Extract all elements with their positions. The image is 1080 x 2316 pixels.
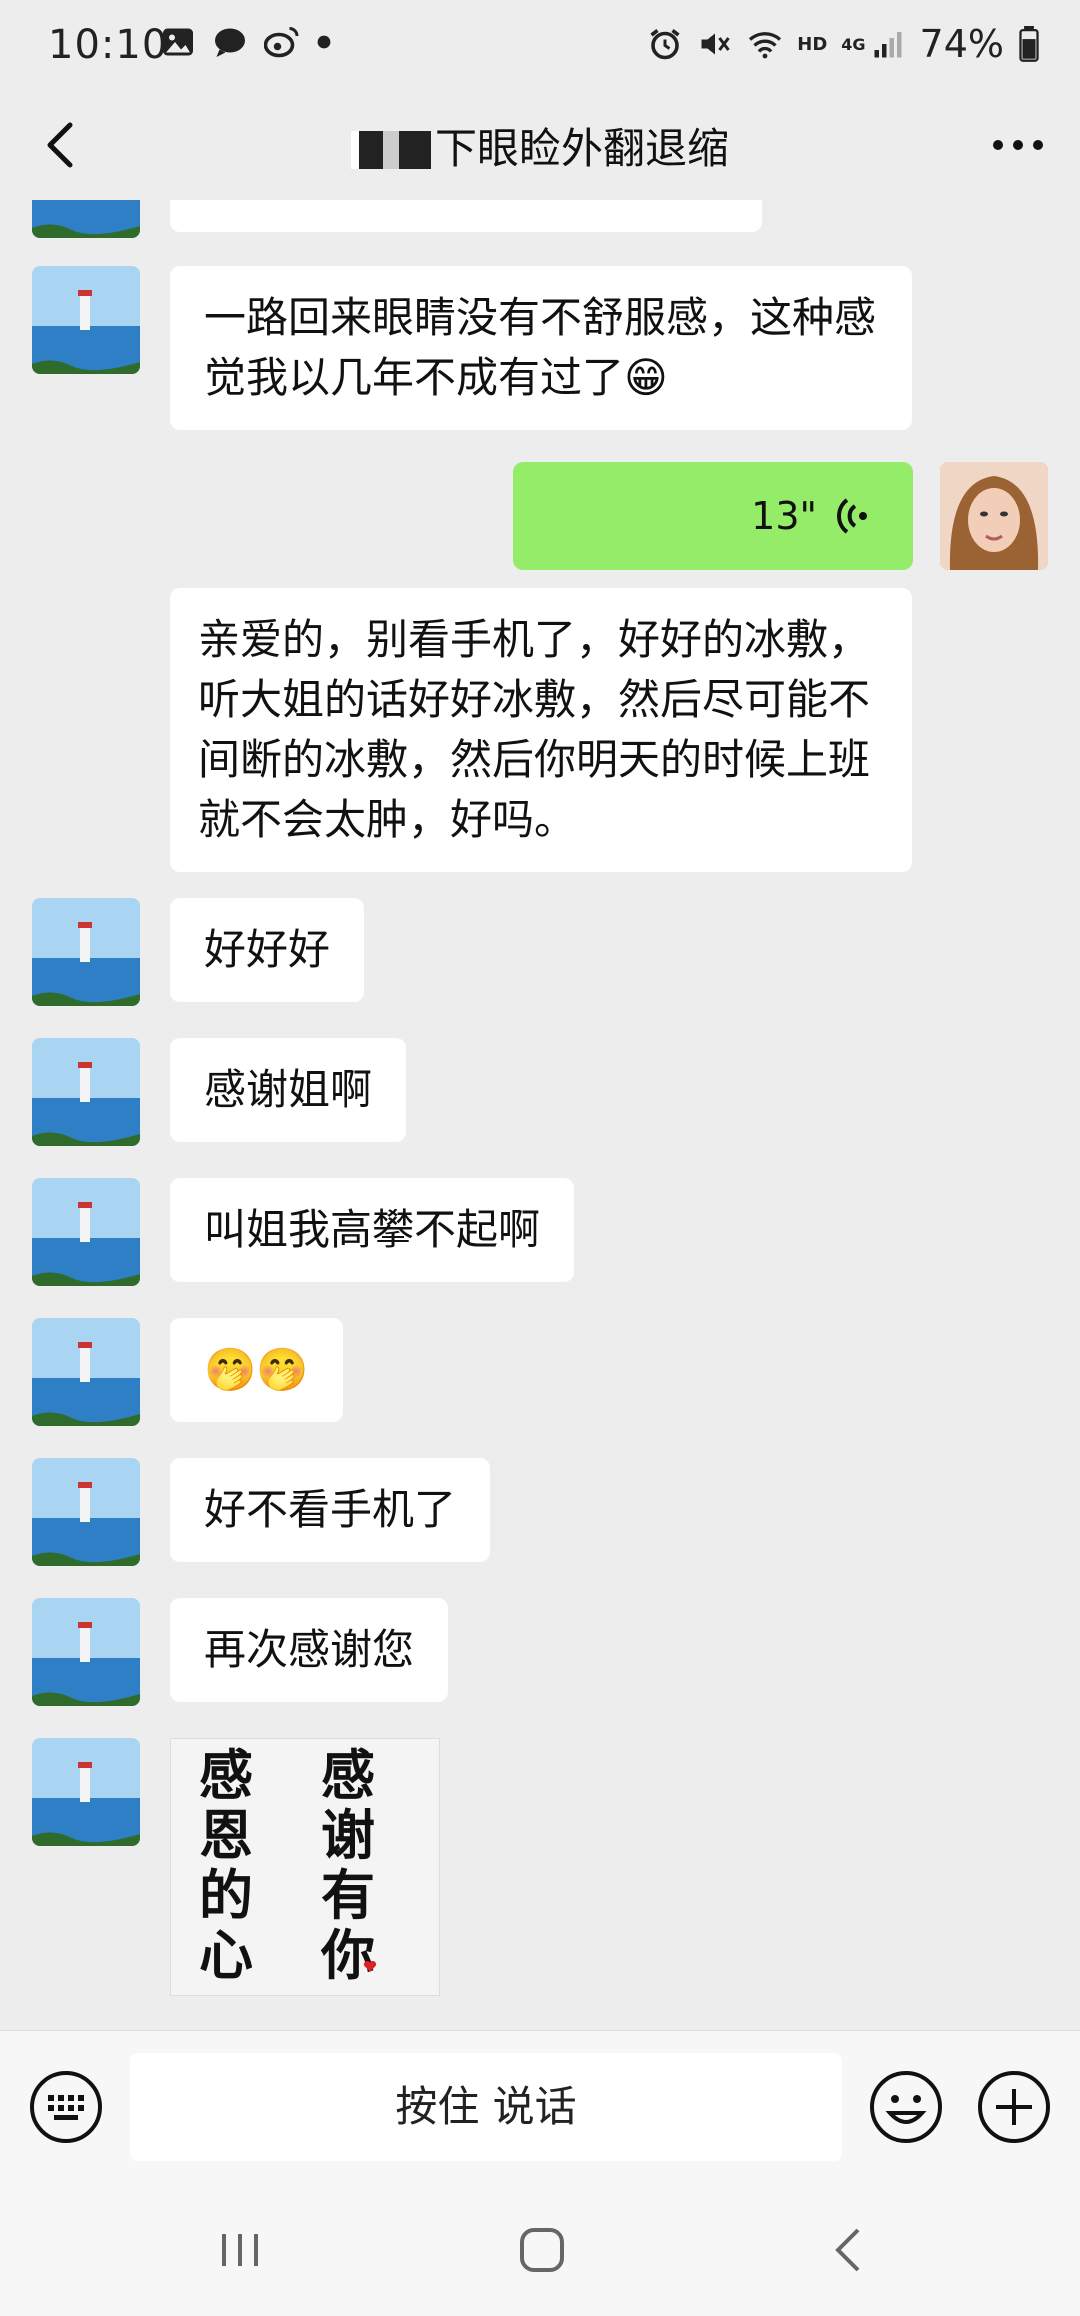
sticker-char: 心 <box>199 1923 253 1987</box>
contact-avatar[interactable] <box>32 200 140 238</box>
voice-message-bubble[interactable]: 13" <box>513 462 913 570</box>
signal-icon <box>874 32 902 58</box>
chat-title: 下眼睑外翻退缩 <box>0 115 1080 176</box>
contact-avatar[interactable] <box>32 1178 140 1286</box>
back-nav-icon[interactable] <box>820 2220 880 2280</box>
message-bubble-partial <box>170 200 762 232</box>
hd-label: HD <box>797 33 828 55</box>
emoji-icon[interactable] <box>868 2069 944 2145</box>
dot-icon <box>317 35 331 49</box>
lighthouse-avatar-icon <box>32 266 140 374</box>
contact-avatar[interactable] <box>32 1318 140 1426</box>
wifi-icon <box>749 32 782 59</box>
lighthouse-avatar-icon <box>32 1038 140 1146</box>
lighthouse-avatar-icon <box>32 200 140 238</box>
message-bubble[interactable]: 好好好 <box>170 898 365 1002</box>
sticker-char: 你 <box>321 1923 375 1987</box>
lighthouse-avatar-icon <box>32 898 140 1006</box>
battery-percent: 74% <box>919 22 1004 66</box>
weibo-icon <box>264 27 299 58</box>
contact-avatar[interactable] <box>32 1458 140 1566</box>
keyboard-icon[interactable] <box>28 2069 104 2145</box>
sticker-char: 感 <box>199 1743 253 1807</box>
sticker-char: 谢 <box>321 1803 375 1867</box>
network-label: 4G <box>841 34 866 54</box>
hold-to-talk-button[interactable]: 按住 说话 <box>130 2053 842 2161</box>
lighthouse-avatar-icon <box>32 1318 140 1426</box>
voice-wave-icon <box>837 498 867 534</box>
recent-apps-icon[interactable] <box>210 2220 270 2280</box>
message-bubble[interactable]: 好不看手机了 <box>170 1458 491 1562</box>
sticker-image[interactable]: 感 恩 的 心 感 谢 有 你 <box>170 1738 440 1996</box>
lighthouse-avatar-icon <box>32 1178 140 1286</box>
lighthouse-avatar-icon <box>32 1738 140 1846</box>
sticker-char: 有 <box>321 1863 375 1927</box>
system-icons: HD 4G 74% <box>647 22 1040 66</box>
status-time: 10:10 <box>48 22 169 68</box>
message-bubble[interactable]: 感谢姐啊 <box>170 1038 407 1142</box>
battery-icon <box>1019 26 1039 62</box>
voice-duration: 13" <box>751 494 817 538</box>
home-icon[interactable] <box>512 2220 572 2280</box>
contact-avatar[interactable] <box>32 1738 140 1846</box>
chat-list[interactable]: 一路回来眼睛没有不舒服感，这种感觉我以几年不成有过了😁 13" 亲爱的，别看手机… <box>0 200 1080 2030</box>
message-bubble[interactable]: 叫姐我高攀不起啊 <box>170 1178 575 1282</box>
contact-avatar[interactable] <box>32 1598 140 1706</box>
notification-icons <box>160 24 332 60</box>
chat-title-text: 下眼睑外翻退缩 <box>434 124 729 173</box>
chat-header: 下眼睑外翻退缩 <box>0 95 1080 200</box>
mute-icon <box>701 33 730 55</box>
plus-icon[interactable] <box>976 2069 1052 2145</box>
message-bubble[interactable]: 再次感谢您 <box>170 1598 449 1702</box>
my-avatar[interactable] <box>940 462 1048 570</box>
input-bar: 按住 说话 <box>0 2030 1080 2190</box>
contact-avatar[interactable] <box>32 266 140 374</box>
contact-avatar[interactable] <box>32 898 140 1006</box>
heart-icon <box>363 1960 377 1972</box>
sticker-char: 感 <box>321 1743 375 1807</box>
lighthouse-avatar-icon <box>32 1458 140 1566</box>
blurred-name <box>350 131 431 169</box>
sticker-left-column: 感 恩 的 心 <box>199 1745 253 1985</box>
sticker-right-column: 感 谢 有 你 <box>321 1745 375 1985</box>
message-icon <box>215 28 245 57</box>
status-bar: 10:10 HD 4G 74% <box>0 0 1080 95</box>
system-nav-bar <box>0 2190 1080 2316</box>
alarm-icon <box>650 29 680 60</box>
message-bubble[interactable]: 一路回来眼睛没有不舒服感，这种感觉我以几年不成有过了😁 <box>170 266 912 430</box>
contact-avatar[interactable] <box>32 1038 140 1146</box>
lighthouse-avatar-icon <box>32 1598 140 1706</box>
user-portrait-icon <box>940 462 1048 570</box>
message-bubble[interactable]: 亲爱的，别看手机了，好好的冰敷，听大姐的话好好冰敷，然后尽可能不间断的冰敷，然后… <box>170 588 912 872</box>
more-dots-icon[interactable] <box>986 115 1050 175</box>
sticker-char: 的 <box>199 1863 253 1927</box>
sticker-char: 恩 <box>199 1803 253 1867</box>
message-bubble[interactable]: 🤭🤭 <box>170 1318 343 1422</box>
gallery-icon <box>163 28 193 56</box>
